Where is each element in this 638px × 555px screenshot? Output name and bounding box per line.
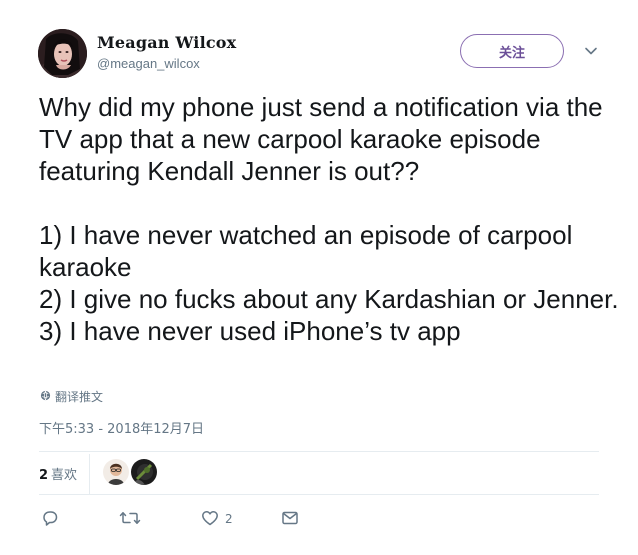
stat-separator	[89, 454, 90, 494]
envelope-icon	[281, 509, 299, 530]
screen-name[interactable]: @meagan_wilcox	[97, 56, 236, 72]
likes-stat[interactable]: 2 喜欢	[39, 464, 77, 483]
reply-button[interactable]	[41, 506, 65, 532]
translate-label: 翻译推文	[55, 390, 104, 404]
liker-avatar[interactable]	[131, 459, 157, 485]
divider	[39, 494, 599, 495]
direct-message-button[interactable]	[281, 506, 299, 532]
avatar[interactable]	[38, 29, 87, 78]
translate-tweet-link[interactable]: 翻译推文	[40, 388, 103, 405]
heart-icon	[201, 509, 219, 530]
tweet-timestamp[interactable]: 下午5:33 - 2018年12月7日	[39, 418, 204, 437]
tweet-text: Why did my phone just send a notificatio…	[39, 92, 619, 346]
likes-row: 2 喜欢	[39, 454, 599, 494]
liker-avatar[interactable]	[103, 459, 129, 485]
author-block[interactable]: Meagan Wilcox @meagan_wilcox	[97, 34, 236, 72]
retweet-icon	[119, 509, 141, 530]
likes-label: 喜欢	[51, 468, 78, 483]
divider	[39, 451, 599, 452]
globe-icon	[40, 390, 51, 404]
like-button[interactable]: 2	[201, 506, 233, 532]
likes-count: 2	[39, 468, 49, 483]
display-name[interactable]: Meagan Wilcox	[97, 34, 236, 52]
chevron-down-icon[interactable]	[582, 42, 600, 60]
follow-button[interactable]: 关注	[460, 34, 564, 68]
tweet-actions: 2	[39, 506, 599, 532]
reply-icon	[41, 509, 59, 530]
tweet-card: Meagan Wilcox @meagan_wilcox 关注 Why did …	[0, 0, 638, 555]
retweet-button[interactable]	[119, 506, 147, 532]
like-count: 2	[225, 512, 233, 526]
